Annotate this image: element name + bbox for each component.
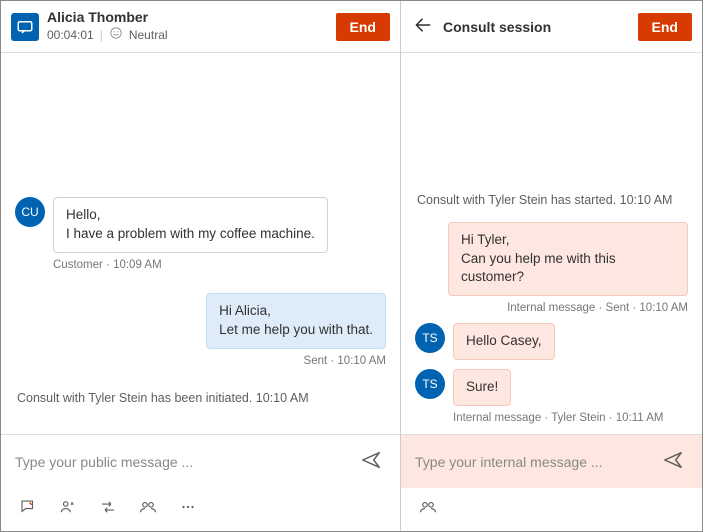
spacer — [15, 63, 386, 193]
internal-in-bubble-2: Sure! — [453, 369, 511, 406]
internal-in-meta: Internal message · Tyler Stein · 10:11 A… — [453, 412, 688, 424]
chat-session-icon — [11, 13, 39, 41]
internal-in-row-2: TS Sure! — [415, 369, 688, 406]
spacer — [415, 63, 688, 183]
consult-pane: Consult session End Consult with Tyler S… — [401, 1, 702, 531]
end-customer-session-button[interactable]: End — [336, 13, 390, 41]
customer-message-bubble: Hello, I have a problem with my coffee m… — [53, 197, 328, 253]
consult-participants-icon[interactable] — [417, 496, 439, 521]
send-public-button[interactable] — [356, 445, 386, 478]
back-button[interactable] — [411, 13, 435, 40]
public-composer — [1, 434, 400, 488]
app-root: Alicia Thomber 00:04:01 | Neutral End CU… — [0, 0, 703, 532]
consult-toolbar — [401, 488, 702, 531]
participants-icon[interactable] — [137, 496, 159, 521]
send-internal-button[interactable] — [658, 445, 688, 478]
header-info: Alicia Thomber 00:04:01 | Neutral — [47, 9, 168, 43]
consult-title: Consult session — [443, 19, 551, 35]
consult-initiated-line: Consult with Tyler Stein has been initia… — [17, 391, 384, 405]
agent-message-row: Hi Alicia, Let me help you with that. — [15, 293, 386, 349]
customer-name: Alicia Thomber — [47, 9, 168, 26]
more-actions-icon[interactable] — [177, 496, 199, 521]
session-timer: 00:04:01 — [47, 28, 94, 42]
header-subline: 00:04:01 | Neutral — [47, 26, 168, 43]
customer-avatar: CU — [15, 197, 45, 227]
separator: | — [100, 28, 103, 42]
internal-composer — [401, 434, 702, 488]
action-toolbar — [1, 488, 400, 531]
sentiment-icon — [109, 26, 123, 43]
internal-out-meta: Internal message · Sent · 10:10 AM — [415, 302, 688, 314]
consult-header: Consult session End — [401, 1, 702, 53]
sentiment-label: Neutral — [129, 28, 168, 42]
agent-message-meta: Sent · 10:10 AM — [15, 355, 386, 367]
internal-message-input[interactable] — [415, 454, 658, 470]
consultant-avatar: TS — [415, 323, 445, 353]
consult-icon[interactable] — [57, 496, 79, 521]
internal-in-bubble-1: Hello Casey, — [453, 323, 555, 360]
internal-out-bubble: Hi Tyler, Can you help me with this cust… — [448, 222, 688, 297]
customer-header: Alicia Thomber 00:04:01 | Neutral End — [1, 1, 400, 53]
customer-message-meta: Customer · 10:09 AM — [53, 259, 386, 271]
customer-message-row: CU Hello, I have a problem with my coffe… — [15, 197, 386, 253]
consultant-avatar: TS — [415, 369, 445, 399]
internal-in-row-1: TS Hello Casey, — [415, 323, 688, 360]
transfer-icon[interactable] — [97, 496, 119, 521]
customer-pane: Alicia Thomber 00:04:01 | Neutral End CU… — [1, 1, 401, 531]
end-consult-button[interactable]: End — [638, 13, 692, 41]
consult-started-line: Consult with Tyler Stein has started. 10… — [417, 193, 686, 207]
public-message-input[interactable] — [15, 454, 356, 470]
quick-reply-icon[interactable] — [17, 496, 39, 521]
internal-out-row: Hi Tyler, Can you help me with this cust… — [415, 222, 688, 297]
customer-messages: CU Hello, I have a problem with my coffe… — [1, 53, 400, 434]
consult-messages: Consult with Tyler Stein has started. 10… — [401, 53, 702, 434]
agent-message-bubble: Hi Alicia, Let me help you with that. — [206, 293, 386, 349]
